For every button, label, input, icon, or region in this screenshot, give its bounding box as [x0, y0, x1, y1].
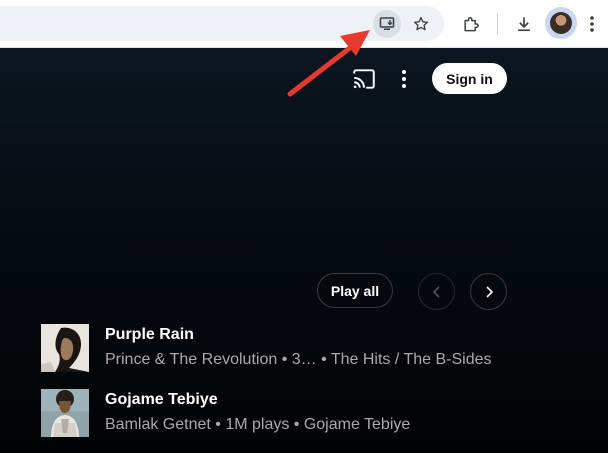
install-app-icon[interactable] — [373, 9, 401, 38]
chevron-left-icon[interactable] — [418, 273, 455, 310]
chevron-right-icon[interactable] — [470, 273, 507, 310]
address-bar[interactable] — [0, 6, 444, 41]
album-art[interactable] — [41, 324, 89, 372]
cast-icon[interactable] — [351, 66, 377, 92]
song-subtitle: Prince & The Revolution • 3… • The Hits … — [105, 351, 492, 368]
more-vert-icon[interactable] — [582, 9, 602, 39]
song-title[interactable]: Gojame Tebiye — [105, 391, 218, 409]
sign-in-button[interactable]: Sign in — [432, 63, 507, 94]
list-item[interactable]: Purple Rain Prince & The Revolution • 3…… — [41, 324, 561, 372]
puzzle-icon[interactable] — [456, 9, 486, 39]
browser-toolbar — [0, 0, 608, 48]
song-subtitle: Bamlak Getnet • 1M plays • Gojame Tebiye — [105, 416, 411, 433]
play-all-button[interactable]: Play all — [317, 273, 393, 308]
list-item[interactable]: Gojame Tebiye Bamlak Getnet • 1M plays •… — [41, 389, 561, 437]
star-icon[interactable] — [407, 10, 435, 38]
toolbar-divider — [497, 14, 498, 34]
music-page: Sign in Play all Purple Rain Prince & Th… — [0, 48, 608, 453]
download-icon[interactable] — [509, 9, 539, 39]
avatar-image — [550, 12, 572, 34]
more-vert-icon[interactable] — [393, 66, 415, 92]
song-title[interactable]: Purple Rain — [105, 326, 194, 344]
album-art[interactable] — [41, 389, 89, 437]
avatar[interactable] — [545, 7, 577, 39]
